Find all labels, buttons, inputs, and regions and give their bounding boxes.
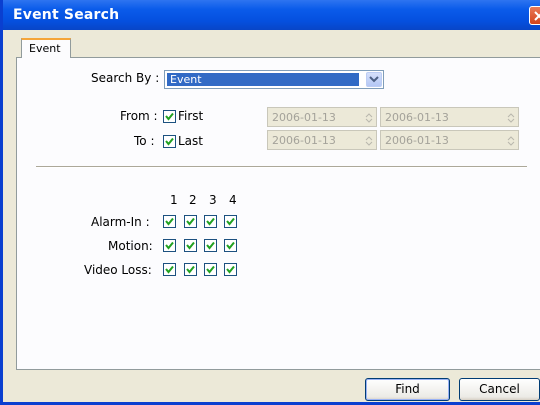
- to-label: To :: [134, 134, 155, 148]
- checkmark-icon: [206, 265, 215, 274]
- motion-checkbox-1[interactable]: [163, 239, 176, 252]
- checkmark-icon: [186, 241, 195, 250]
- channel-header-2: 2: [189, 193, 197, 207]
- checkmark-icon: [186, 217, 195, 226]
- to-date-field-2: 2006-01-13: [380, 130, 519, 150]
- from-date-field-2: 2006-01-13: [380, 107, 519, 127]
- tab-event[interactable]: Event: [21, 38, 71, 58]
- spinner-icon: [365, 113, 373, 123]
- from-first-label: First: [178, 109, 204, 123]
- video-loss-checkbox-3[interactable]: [204, 263, 217, 276]
- channel-header-1: 1: [170, 193, 178, 207]
- checkmark-icon: [226, 217, 235, 226]
- tab-event-label: Event: [29, 42, 61, 55]
- checkmark-icon: [165, 137, 174, 146]
- alarm-in-label: Alarm-In :: [91, 215, 150, 229]
- window-title: Event Search: [13, 7, 120, 23]
- close-button[interactable]: [529, 6, 540, 25]
- search-by-value: Event: [167, 73, 359, 86]
- search-by-label: Search By :: [91, 71, 160, 85]
- event-search-window: Event Search Event Search By : Event Fro…: [0, 0, 540, 405]
- motion-checkbox-2[interactable]: [184, 239, 197, 252]
- checkmark-icon: [226, 241, 235, 250]
- find-button[interactable]: Find: [365, 378, 450, 401]
- checkmark-icon: [186, 265, 195, 274]
- checkmark-icon: [206, 241, 215, 250]
- spinner-icon: [507, 113, 515, 123]
- channel-header-3: 3: [209, 193, 217, 207]
- video-loss-label: Video Loss:: [84, 263, 152, 277]
- motion-label: Motion:: [108, 239, 153, 253]
- alarm-in-checkbox-2[interactable]: [184, 215, 197, 228]
- checkmark-icon: [165, 265, 174, 274]
- alarm-in-checkbox-1[interactable]: [163, 215, 176, 228]
- to-date-1-value: 2006-01-13: [272, 134, 336, 147]
- event-panel: [16, 57, 540, 370]
- checkmark-icon: [226, 265, 235, 274]
- from-first-checkbox[interactable]: [163, 110, 176, 123]
- video-loss-checkbox-2[interactable]: [184, 263, 197, 276]
- chevron-down-icon: [369, 76, 379, 83]
- from-label: From :: [120, 109, 158, 123]
- checkmark-icon: [165, 112, 174, 121]
- from-date-2-value: 2006-01-13: [385, 111, 449, 124]
- checkmark-icon: [165, 217, 174, 226]
- to-last-label: Last: [178, 134, 203, 148]
- alarm-in-checkbox-4[interactable]: [224, 215, 237, 228]
- spinner-icon: [507, 136, 515, 146]
- checkmark-icon: [165, 241, 174, 250]
- video-loss-checkbox-4[interactable]: [224, 263, 237, 276]
- from-date-1-value: 2006-01-13: [272, 111, 336, 124]
- alarm-in-checkbox-3[interactable]: [204, 215, 217, 228]
- channel-header-4: 4: [229, 193, 237, 207]
- video-loss-checkbox-1[interactable]: [163, 263, 176, 276]
- cancel-button[interactable]: Cancel: [459, 378, 540, 401]
- to-date-field-1: 2006-01-13: [267, 130, 377, 150]
- checkmark-icon: [206, 217, 215, 226]
- from-date-field-1: 2006-01-13: [267, 107, 377, 127]
- close-icon: [534, 11, 540, 21]
- search-by-select[interactable]: Event: [164, 70, 384, 89]
- motion-checkbox-4[interactable]: [224, 239, 237, 252]
- dropdown-arrow-button[interactable]: [366, 72, 382, 87]
- to-date-2-value: 2006-01-13: [385, 134, 449, 147]
- to-last-checkbox[interactable]: [163, 135, 176, 148]
- motion-checkbox-3[interactable]: [204, 239, 217, 252]
- title-bar[interactable]: Event Search: [3, 0, 540, 30]
- spinner-icon: [365, 136, 373, 146]
- separator-line: [36, 166, 527, 168]
